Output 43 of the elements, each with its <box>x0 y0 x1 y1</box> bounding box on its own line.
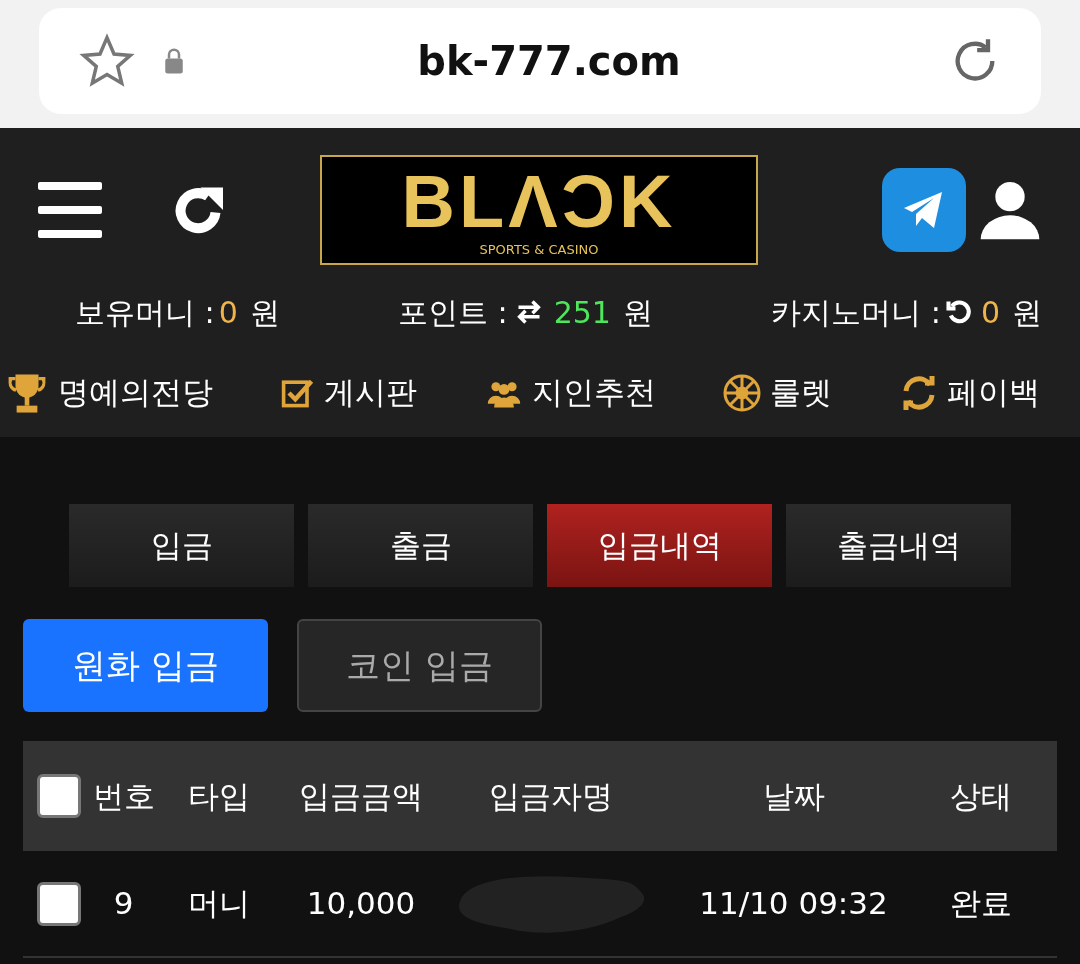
balance-label: 보유머니 : <box>75 293 215 332</box>
tab[interactable]: 출금내역 <box>786 504 1011 587</box>
url-text: bk-777.com <box>416 37 682 86</box>
balance-value: 251 <box>553 293 611 332</box>
wheel-icon <box>722 372 763 413</box>
menu-link[interactable]: 명예의전당 <box>58 369 213 416</box>
balance-label: 포인트 : <box>398 293 508 332</box>
sub-tab[interactable]: 원화 입금 <box>23 619 268 712</box>
tab[interactable]: 입금 <box>69 504 294 587</box>
logo-tagline: SPORTS & CASINO <box>479 242 599 256</box>
currency-unit: 원 <box>1012 293 1042 332</box>
sub-tab[interactable]: 코인 입금 <box>297 619 542 712</box>
checkbox[interactable] <box>37 774 81 818</box>
currency-unit: 원 <box>249 293 280 332</box>
table-cell-text: 11/10 09:32 <box>699 884 888 924</box>
logo-wordmark: BLΛƆK <box>401 164 677 239</box>
table-cell-text: 완료 <box>950 884 1012 924</box>
logo[interactable]: BLΛƆK SPORTS & CASINO <box>320 155 758 265</box>
column-header: 타입 <box>186 776 251 816</box>
undo-icon <box>944 298 973 326</box>
star-icon[interactable] <box>79 33 135 89</box>
telegram-button[interactable] <box>882 168 966 252</box>
column-header: 입금금액 <box>298 776 424 816</box>
currency-unit: 원 <box>622 293 653 332</box>
menu-link[interactable]: 페이백 <box>947 369 1040 416</box>
menu-link[interactable]: 게시판 <box>323 369 417 416</box>
menu-link[interactable]: 지인추천 <box>531 369 656 416</box>
tab[interactable]: 출금 <box>308 504 533 587</box>
balance-value: 0 <box>980 293 1000 332</box>
tab[interactable]: 입금내역 <box>547 504 772 587</box>
column-header: 상태 <box>949 776 1013 816</box>
balance-value: 0 <box>218 293 238 332</box>
balance-label: 카지노머니 : <box>771 293 941 332</box>
address-bar[interactable]: bk-777.com <box>39 8 1041 114</box>
menu-icon[interactable] <box>38 182 102 238</box>
column-header: 날짜 <box>761 776 826 816</box>
table-cell-text: 10,000 <box>306 884 416 924</box>
table-cell-text: 머니 <box>187 884 250 924</box>
column-header: 번호 <box>91 776 156 816</box>
menu-link[interactable]: 룰렛 <box>770 369 833 416</box>
column-header: 입금자명 <box>488 776 614 816</box>
checkbox[interactable] <box>37 881 81 926</box>
table-cell-text: 9 <box>113 884 134 924</box>
